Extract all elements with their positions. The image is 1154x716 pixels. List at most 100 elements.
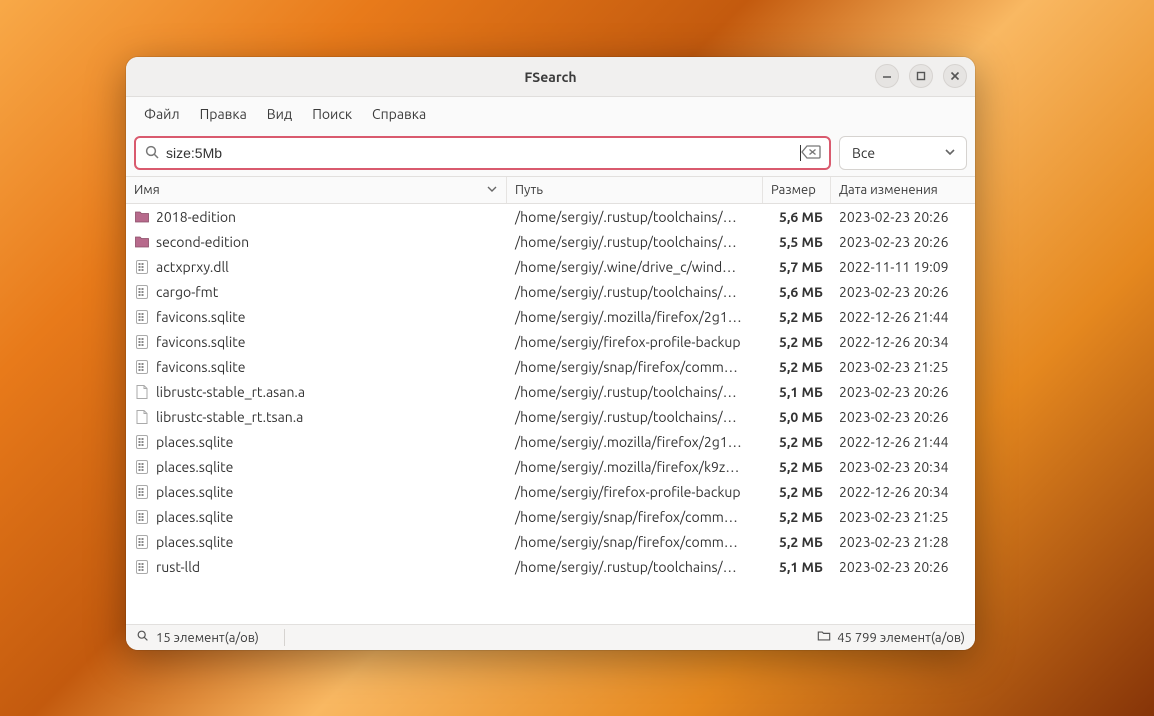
cell-name: places.sqlite bbox=[126, 484, 507, 500]
search-icon bbox=[136, 629, 150, 646]
search-row: Bce bbox=[126, 130, 975, 176]
cell-path: /home/sergiy/.mozilla/firefox/2g1… bbox=[507, 434, 763, 450]
table-row[interactable]: places.sqlite/home/sergiy/snap/firefox/c… bbox=[126, 529, 975, 554]
cell-path: /home/sergiy/snap/firefox/comm… bbox=[507, 509, 763, 525]
table-row[interactable]: favicons.sqlite/home/sergiy/snap/firefox… bbox=[126, 354, 975, 379]
menu-edit[interactable]: Правка bbox=[192, 102, 255, 126]
statusbar-separator bbox=[284, 629, 285, 646]
cell-date: 2023-02-23 21:25 bbox=[831, 509, 975, 525]
cell-path: /home/sergiy/.rustup/toolchains/… bbox=[507, 384, 763, 400]
menu-search[interactable]: Поиск bbox=[304, 102, 360, 126]
titlebar: FSearch bbox=[126, 57, 975, 97]
cell-date: 2023-02-23 20:26 bbox=[831, 284, 975, 300]
cell-path: /home/sergiy/firefox-profile-backup bbox=[507, 484, 763, 500]
file-name: places.sqlite bbox=[156, 459, 233, 475]
status-indexed-text: 45 799 элемент(а/ов) bbox=[837, 631, 965, 645]
status-indexed: 45 799 элемент(а/ов) bbox=[817, 629, 965, 646]
filter-dropdown[interactable]: Bce bbox=[839, 136, 967, 170]
cell-size: 5,2 МБ bbox=[763, 334, 831, 350]
cell-name: librustc-stable_rt.asan.a bbox=[126, 384, 507, 400]
column-header-date[interactable]: Дата изменения bbox=[831, 177, 975, 203]
cell-name: places.sqlite bbox=[126, 534, 507, 550]
cell-path: /home/sergiy/.rustup/toolchains/… bbox=[507, 209, 763, 225]
table-row[interactable]: places.sqlite/home/sergiy/.mozilla/firef… bbox=[126, 429, 975, 454]
close-button[interactable] bbox=[943, 64, 967, 88]
cell-size: 5,5 МБ bbox=[763, 234, 831, 250]
cell-name: places.sqlite bbox=[126, 434, 507, 450]
binary-file-icon bbox=[134, 484, 150, 500]
menubar: Файл Правка Вид Поиск Справка bbox=[126, 97, 975, 130]
cell-date: 2023-02-23 20:26 bbox=[831, 409, 975, 425]
cell-path: /home/sergiy/snap/firefox/comm… bbox=[507, 359, 763, 375]
cell-name: places.sqlite bbox=[126, 459, 507, 475]
binary-file-icon bbox=[134, 359, 150, 375]
table-row[interactable]: favicons.sqlite/home/sergiy/.mozilla/fir… bbox=[126, 304, 975, 329]
file-name: actxprxy.dll bbox=[156, 259, 229, 275]
search-box[interactable] bbox=[134, 136, 831, 170]
file-name: places.sqlite bbox=[156, 534, 233, 550]
cell-date: 2022-12-26 21:44 bbox=[831, 309, 975, 325]
table-row[interactable]: 2018-edition/home/sergiy/.rustup/toolcha… bbox=[126, 204, 975, 229]
minimize-button[interactable] bbox=[875, 64, 899, 88]
table-row[interactable]: places.sqlite/home/sergiy/firefox-profil… bbox=[126, 479, 975, 504]
file-name: librustc-stable_rt.asan.a bbox=[156, 384, 305, 400]
table-row[interactable]: places.sqlite/home/sergiy/.mozilla/firef… bbox=[126, 454, 975, 479]
binary-file-icon bbox=[134, 309, 150, 325]
cell-size: 5,2 МБ bbox=[763, 509, 831, 525]
file-name: favicons.sqlite bbox=[156, 359, 245, 375]
file-name: 2018-edition bbox=[156, 209, 236, 225]
table-row[interactable]: places.sqlite/home/sergiy/snap/firefox/c… bbox=[126, 504, 975, 529]
sort-indicator-icon bbox=[486, 183, 498, 198]
cell-path: /home/sergiy/.rustup/toolchains/… bbox=[507, 409, 763, 425]
cell-date: 2023-02-23 21:25 bbox=[831, 359, 975, 375]
cell-size: 5,6 МБ bbox=[763, 284, 831, 300]
file-name: places.sqlite bbox=[156, 509, 233, 525]
cell-path: /home/sergiy/.mozilla/firefox/2g1… bbox=[507, 309, 763, 325]
cell-date: 2023-02-23 20:34 bbox=[831, 459, 975, 475]
cell-name: second-edition bbox=[126, 234, 507, 250]
column-header-name[interactable]: Имя bbox=[126, 177, 507, 203]
cell-name: favicons.sqlite bbox=[126, 309, 507, 325]
app-window: FSearch Файл Правка Вид Поиск Справка bbox=[126, 57, 975, 650]
cell-date: 2022-12-26 20:34 bbox=[831, 484, 975, 500]
menu-view[interactable]: Вид bbox=[259, 102, 300, 126]
column-header-path[interactable]: Путь bbox=[507, 177, 763, 203]
cell-size: 5,2 МБ bbox=[763, 434, 831, 450]
column-header-size[interactable]: Размер bbox=[763, 177, 831, 203]
cell-path: /home/sergiy/.mozilla/firefox/k9z… bbox=[507, 459, 763, 475]
cell-path: /home/sergiy/.rustup/toolchains/… bbox=[507, 234, 763, 250]
table-row[interactable]: librustc-stable_rt.asan.a/home/sergiy/.r… bbox=[126, 379, 975, 404]
cell-name: actxprxy.dll bbox=[126, 259, 507, 275]
binary-file-icon bbox=[134, 534, 150, 550]
table-row[interactable]: actxprxy.dll/home/sergiy/.wine/drive_c/w… bbox=[126, 254, 975, 279]
window-controls bbox=[875, 64, 967, 88]
table-row[interactable]: rust-lld/home/sergiy/.rustup/toolchains/… bbox=[126, 554, 975, 579]
table-row[interactable]: librustc-stable_rt.tsan.a/home/sergiy/.r… bbox=[126, 404, 975, 429]
maximize-button[interactable] bbox=[909, 64, 933, 88]
cell-path: /home/sergiy/snap/firefox/comm… bbox=[507, 534, 763, 550]
results-list[interactable]: 2018-edition/home/sergiy/.rustup/toolcha… bbox=[126, 204, 975, 624]
table-row[interactable]: favicons.sqlite/home/sergiy/firefox-prof… bbox=[126, 329, 975, 354]
cell-size: 5,2 МБ bbox=[763, 459, 831, 475]
binary-file-icon bbox=[134, 334, 150, 350]
file-name: cargo-fmt bbox=[156, 284, 218, 300]
cell-name: rust-lld bbox=[126, 559, 507, 575]
binary-file-icon bbox=[134, 509, 150, 525]
menu-file[interactable]: Файл bbox=[136, 102, 188, 126]
cell-date: 2023-02-23 21:28 bbox=[831, 534, 975, 550]
table-row[interactable]: second-edition/home/sergiy/.rustup/toolc… bbox=[126, 229, 975, 254]
table-row[interactable]: cargo-fmt/home/sergiy/.rustup/toolchains… bbox=[126, 279, 975, 304]
clear-search-icon[interactable] bbox=[801, 144, 821, 163]
file-icon bbox=[134, 384, 150, 400]
menu-help[interactable]: Справка bbox=[364, 102, 434, 126]
search-input[interactable] bbox=[166, 145, 799, 161]
binary-file-icon bbox=[134, 434, 150, 450]
cell-name: cargo-fmt bbox=[126, 284, 507, 300]
cell-path: /home/sergiy/.rustup/toolchains/… bbox=[507, 559, 763, 575]
minimize-icon bbox=[881, 70, 893, 82]
binary-file-icon bbox=[134, 284, 150, 300]
cell-date: 2023-02-23 20:26 bbox=[831, 234, 975, 250]
binary-file-icon bbox=[134, 459, 150, 475]
file-icon bbox=[134, 409, 150, 425]
status-results-text: 15 элемент(а/ов) bbox=[156, 631, 259, 645]
